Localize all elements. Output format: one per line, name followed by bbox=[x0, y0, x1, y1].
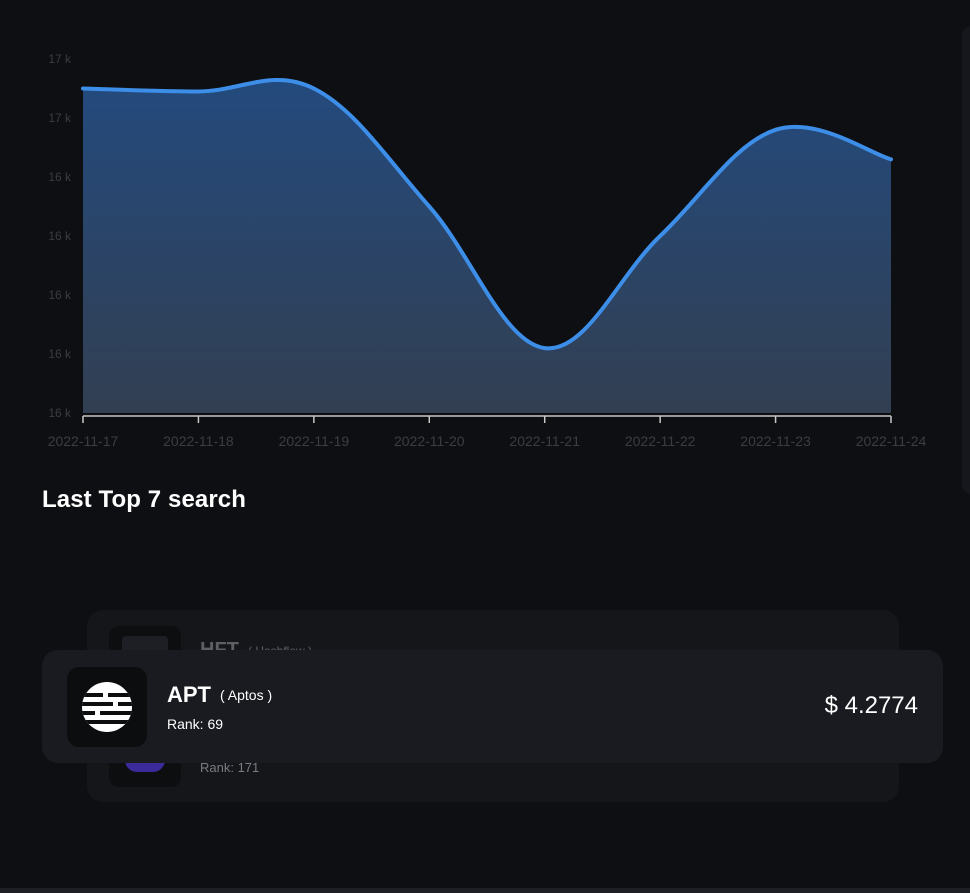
coin-icon-stacked bbox=[109, 760, 181, 787]
page: 16 k 16 k 16 k 16 k 16 k 17 k 17 k 2022-11-17 20… bbox=[0, 0, 970, 893]
y-tick-label: 17 k bbox=[48, 52, 72, 66]
coin-name: ( Aptos ) bbox=[220, 687, 273, 703]
y-tick-label: 16 k bbox=[48, 288, 72, 302]
x-tick-label: 2022-11-22 bbox=[625, 433, 696, 449]
coin-card-active[interactable]: APT ( Aptos ) Rank: 69 $ 4.2774 bbox=[42, 650, 943, 763]
x-tick-label: 2022-11-18 bbox=[163, 433, 234, 449]
coin-symbol: APT bbox=[167, 682, 211, 707]
section-title: Last Top 7 search bbox=[42, 486, 246, 513]
y-tick-label: 16 k bbox=[48, 170, 72, 184]
bottom-divider bbox=[0, 888, 970, 893]
x-tick-label: 2022-11-20 bbox=[394, 433, 465, 449]
aptos-logo-icon bbox=[67, 667, 147, 747]
y-tick-label: 16 k bbox=[48, 347, 72, 361]
coin-rank: Rank: 69 bbox=[167, 716, 224, 732]
x-tick-label: 2022-11-19 bbox=[279, 433, 350, 449]
side-panel bbox=[962, 26, 970, 494]
price-chart: 16 k 16 k 16 k 16 k 16 k 17 k 17 k 2022-11-17 20… bbox=[48, 52, 927, 449]
y-tick-label: 16 k bbox=[48, 229, 72, 243]
x-tick-label: 2022-11-17 bbox=[48, 433, 119, 449]
x-tick-label: 2022-11-24 bbox=[856, 433, 927, 449]
y-tick-label: 16 k bbox=[48, 406, 72, 420]
coin-price: $ 4.2774 bbox=[824, 692, 918, 719]
y-tick-label: 17 k bbox=[48, 111, 72, 125]
x-tick-label: 2022-11-21 bbox=[509, 433, 580, 449]
x-tick-label: 2022-11-23 bbox=[740, 433, 811, 449]
